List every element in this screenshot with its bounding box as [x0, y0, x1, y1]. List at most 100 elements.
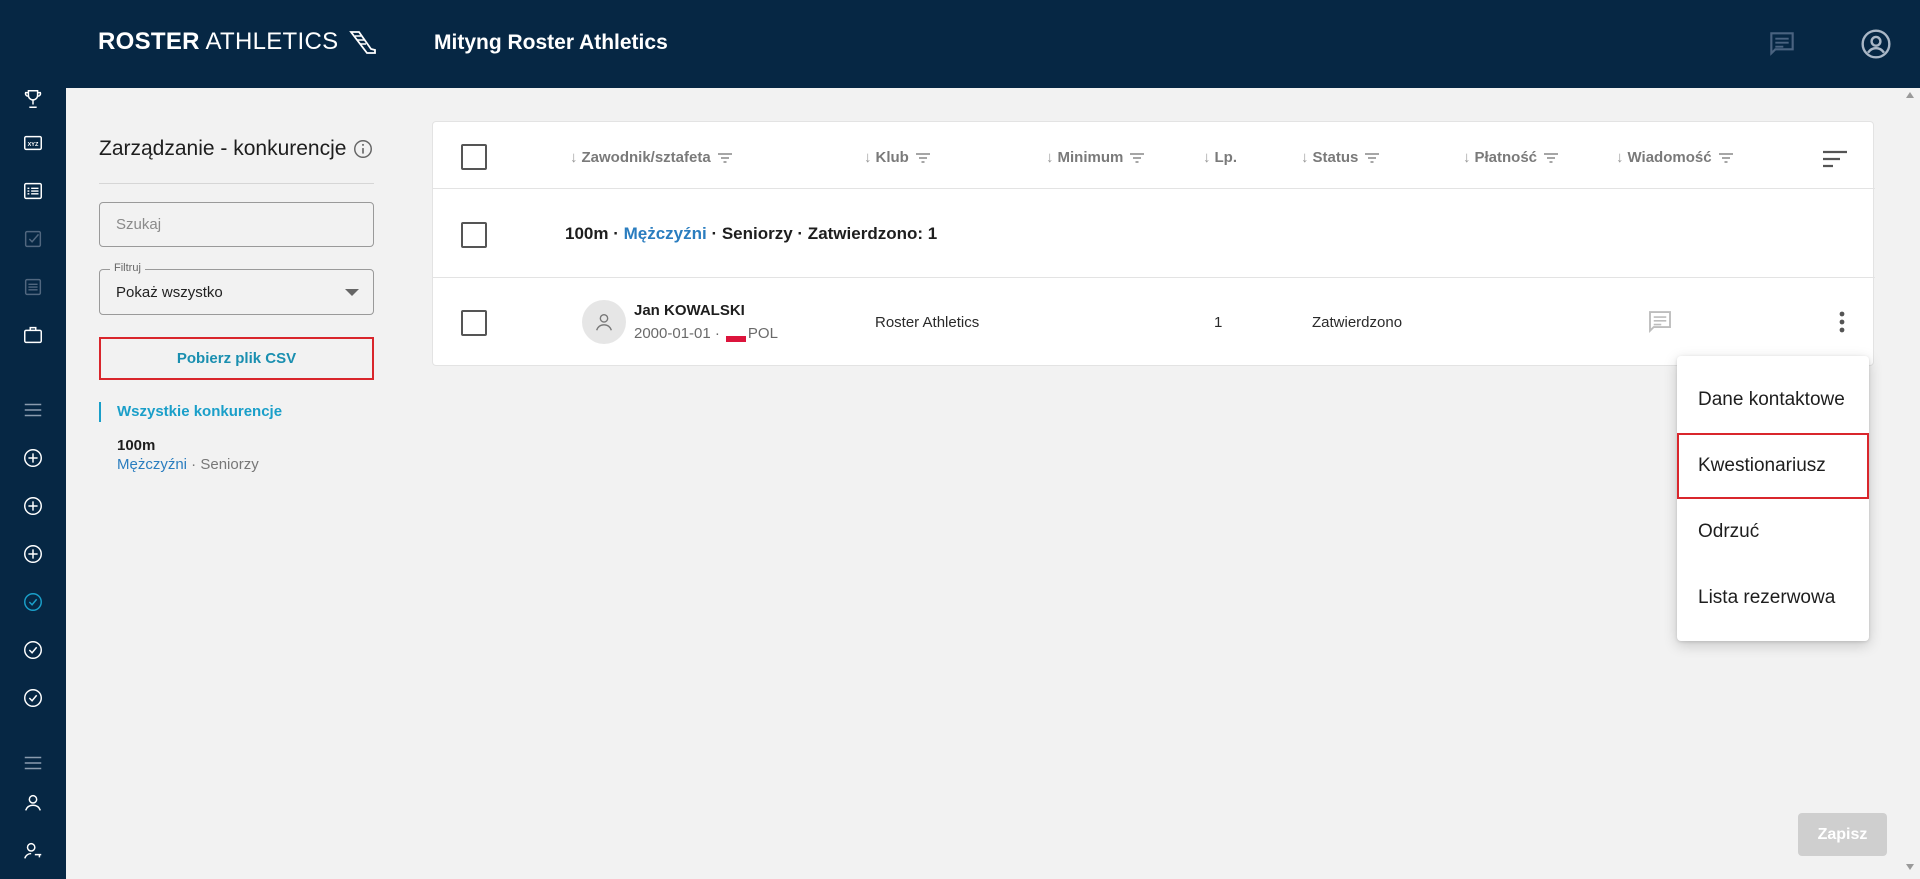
- filter-label: Filtruj: [110, 262, 145, 274]
- add-circle-icon[interactable]: [21, 542, 45, 566]
- logo[interactable]: ROSTER ATHLETICS: [98, 28, 377, 56]
- menu-icon[interactable]: [21, 751, 45, 775]
- column-header-status[interactable]: ↓ Status: [1301, 149, 1380, 166]
- athlete-birthdate: 2000-01-01 ·: [634, 325, 720, 342]
- list-icon[interactable]: [21, 179, 45, 203]
- filter-icon[interactable]: [915, 152, 930, 164]
- check-circle-icon-active[interactable]: [21, 590, 45, 614]
- nav-event-age: Seniorzy: [200, 456, 259, 473]
- filter-icon[interactable]: [1718, 152, 1733, 164]
- row-checkbox[interactable]: [461, 310, 487, 336]
- person-key-icon[interactable]: [21, 839, 45, 863]
- sort-arrow-icon: ↓: [570, 149, 578, 166]
- filter-value: Pokaż wszystko: [116, 284, 223, 301]
- group-checkbox[interactable]: [461, 222, 487, 248]
- row-context-menu: Dane kontaktowe Kwestionariusz Odrzuć Li…: [1677, 356, 1869, 641]
- athlete-name[interactable]: Jan KOWALSKI: [634, 302, 745, 319]
- panel-divider: [99, 183, 374, 184]
- check-circle-icon[interactable]: [21, 686, 45, 710]
- nav-event-separator: ·: [187, 456, 201, 473]
- group-summary: · Seniorzy · Zatwierdzono: 1: [706, 224, 938, 243]
- message-icon[interactable]: [1766, 28, 1798, 60]
- sort-settings-icon[interactable]: [1820, 144, 1850, 174]
- column-header-payment[interactable]: ↓ Płatność: [1463, 149, 1559, 166]
- group-sex[interactable]: Mężczyźni: [624, 224, 707, 243]
- athlete-meta: 2000-01-01 · POL: [634, 325, 778, 342]
- nav-event-name: 100m: [117, 437, 156, 454]
- lp-cell: 1: [1214, 314, 1223, 331]
- logo-light-text: ATHLETICS: [205, 28, 339, 55]
- nav-event-sex: Mężczyźni: [117, 456, 188, 473]
- row-divider: [433, 188, 1875, 189]
- checkbox-icon[interactable]: [21, 227, 45, 251]
- download-csv-button[interactable]: Pobierz plik CSV: [99, 337, 374, 380]
- logo-bold-text: ROSTER: [98, 28, 200, 55]
- athlete-country: POL: [747, 325, 778, 342]
- select-all-checkbox[interactable]: [461, 144, 487, 170]
- winged-shoe-icon: [349, 31, 377, 54]
- poland-flag-icon: [725, 329, 746, 342]
- status-cell: Zatwierdzono: [1312, 314, 1403, 331]
- sort-arrow-icon: ↓: [1046, 149, 1054, 166]
- avatar: [582, 300, 626, 344]
- column-header-athlete[interactable]: ↓ Zawodnik/sztafeta: [570, 149, 732, 166]
- column-label: Lp.: [1214, 149, 1238, 166]
- top-app-bar: ROSTER ATHLETICS Mityng Roster Athletics: [0, 0, 1920, 88]
- info-icon[interactable]: [352, 138, 374, 160]
- column-header-message[interactable]: ↓ Wiadomość: [1616, 149, 1733, 166]
- column-label: Status: [1312, 149, 1359, 166]
- column-label: Zawodnik/sztafeta: [581, 149, 711, 166]
- menu-item-reserve-list[interactable]: Lista rezerwowa: [1677, 565, 1869, 631]
- account-icon[interactable]: [1860, 28, 1892, 60]
- column-header-minimum[interactable]: ↓ Minimum: [1046, 149, 1145, 166]
- group-event: 100m ·: [565, 224, 624, 243]
- column-label: Płatność: [1474, 149, 1538, 166]
- nav-all-events[interactable]: Wszystkie konkurencje: [99, 402, 282, 422]
- filter-icon[interactable]: [717, 152, 732, 164]
- filter-icon[interactable]: [1365, 152, 1380, 164]
- scroll-down-arrow[interactable]: [1906, 864, 1914, 870]
- check-circle-icon[interactable]: [21, 638, 45, 662]
- column-header-lp[interactable]: ↓ Lp.: [1203, 149, 1237, 166]
- add-circle-icon[interactable]: [21, 494, 45, 518]
- person-icon: [596, 313, 612, 331]
- save-button[interactable]: Zapisz: [1798, 813, 1887, 856]
- person-icon[interactable]: [21, 791, 45, 815]
- column-label: Minimum: [1057, 149, 1124, 166]
- sort-arrow-icon: ↓: [1616, 149, 1624, 166]
- sort-arrow-icon: ↓: [1463, 149, 1471, 166]
- message-icon[interactable]: [1645, 307, 1675, 337]
- search-input[interactable]: [99, 202, 374, 247]
- caret-down-icon: [345, 289, 359, 296]
- briefcase-icon[interactable]: [21, 323, 45, 347]
- menu-item-reject[interactable]: Odrzuć: [1677, 499, 1869, 565]
- add-circle-icon[interactable]: [21, 446, 45, 470]
- group-title: 100m · Mężczyźni · Seniorzy · Zatwierdzo…: [565, 224, 937, 244]
- more-vert-icon: [1839, 311, 1845, 333]
- column-label: Klub: [875, 149, 909, 166]
- filter-icon[interactable]: [1130, 152, 1145, 164]
- sidebar-rail: XYZ: [0, 88, 66, 879]
- trophy-icon[interactable]: [21, 87, 45, 111]
- sort-arrow-icon: ↓: [1203, 149, 1211, 166]
- xyz-icon[interactable]: XYZ: [21, 131, 45, 155]
- svg-text:XYZ: XYZ: [28, 142, 39, 148]
- filter-select[interactable]: Filtruj Pokaż wszystko: [99, 262, 374, 315]
- column-label: Wiadomość: [1627, 149, 1712, 166]
- scroll-up-arrow[interactable]: [1906, 92, 1914, 98]
- entries-table: ↓ Zawodnik/sztafeta ↓ Klub ↓ Minimum ↓ Lp. ↓…: [432, 121, 1875, 366]
- panel-title: Zarządzanie - konkurencje: [99, 137, 347, 160]
- menu-item-questionnaire[interactable]: Kwestionariusz: [1677, 433, 1869, 499]
- menu-item-contact-details[interactable]: Dane kontaktowe: [1677, 367, 1869, 433]
- column-header-club[interactable]: ↓ Klub: [864, 149, 930, 166]
- nav-event-item[interactable]: 100m Mężczyźni · Seniorzy: [117, 436, 259, 474]
- app-title: Mityng Roster Athletics: [434, 31, 668, 54]
- filter-icon[interactable]: [1544, 152, 1559, 164]
- menu-icon[interactable]: [21, 398, 45, 422]
- row-divider: [433, 277, 1875, 278]
- more-options-button[interactable]: [1827, 307, 1857, 337]
- document-icon[interactable]: [21, 275, 45, 299]
- sort-arrow-icon: ↓: [864, 149, 872, 166]
- club-cell: Roster Athletics: [875, 314, 980, 331]
- sort-arrow-icon: ↓: [1301, 149, 1309, 166]
